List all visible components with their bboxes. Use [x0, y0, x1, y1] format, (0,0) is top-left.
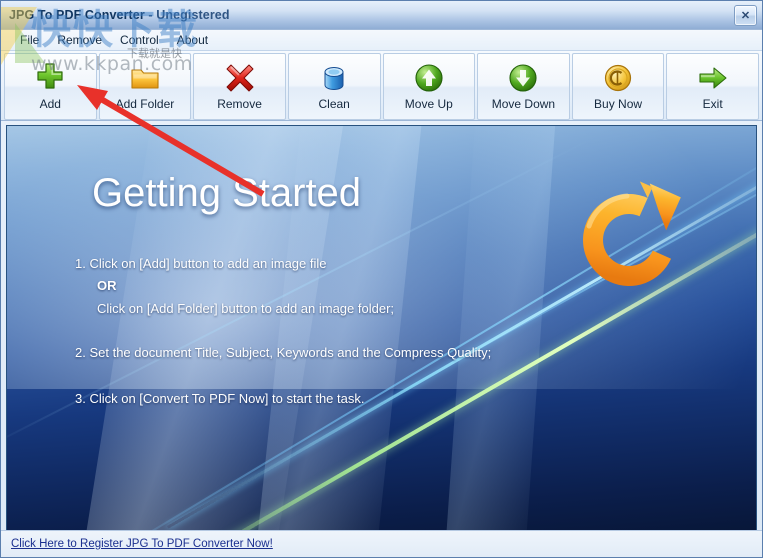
menu-item-remove[interactable]: Remove	[48, 32, 111, 48]
clean-button-label: Clean	[318, 97, 350, 111]
menu-item-file[interactable]: File	[11, 32, 48, 48]
remove-button[interactable]: Remove	[193, 53, 286, 120]
move-down-button-label: Move Down	[491, 97, 556, 111]
status-bar: Click Here to Register JPG To PDF Conver…	[1, 530, 762, 557]
menu-item-control[interactable]: Control	[111, 32, 168, 48]
page-title: Getting Started	[92, 171, 362, 215]
red-x-icon	[223, 60, 257, 96]
title-bar: JPG To PDF Converter - Unegistered ✕	[1, 1, 762, 30]
blue-cylinder-icon	[317, 60, 351, 96]
add-button[interactable]: Add	[4, 53, 97, 120]
toolbar: Add Add Folder Remove Clean Move Up Move…	[1, 51, 762, 121]
add-button-label: Add	[39, 97, 61, 111]
register-link[interactable]: Click Here to Register JPG To PDF Conver…	[11, 538, 273, 550]
yellow-folder-icon	[128, 60, 162, 96]
step-3: 3. Click on [Convert To PDF Now] to star…	[75, 391, 365, 406]
step-1: 1. Click on [Add] button to add an image…	[75, 256, 327, 271]
move-up-button-label: Move Up	[404, 97, 453, 111]
green-plus-icon	[33, 60, 67, 96]
steps-list: 1. Click on [Add] button to add an image…	[75, 256, 736, 413]
buy-now-button[interactable]: Buy Now	[571, 53, 665, 120]
add-folder-button[interactable]: Add Folder	[98, 53, 192, 120]
exit-button[interactable]: Exit	[666, 53, 759, 120]
move-down-button[interactable]: Move Down	[477, 53, 570, 120]
green-circle-up-arrow-icon	[412, 60, 446, 96]
gold-coin-icon	[601, 60, 635, 96]
application-window: JPG To PDF Converter - Unegistered ✕ Fil…	[0, 0, 763, 558]
getting-started-panel: Getting Started 1. Click on [Add] button…	[6, 125, 757, 531]
remove-button-label: Remove	[217, 97, 262, 111]
buy-now-button-label: Buy Now	[594, 97, 643, 111]
add-folder-button-label: Add Folder	[115, 97, 175, 111]
window-title-main: JPG To PDF Converter	[9, 8, 145, 22]
window-title: JPG To PDF Converter - Unegistered	[9, 8, 230, 22]
menu-bar: File Remove Control About	[1, 30, 762, 51]
menu-item-about[interactable]: About	[168, 32, 217, 48]
clean-button[interactable]: Clean	[287, 53, 381, 120]
step-2: 2. Set the document Title, Subject, Keyw…	[75, 344, 492, 360]
close-icon[interactable]: ✕	[734, 5, 757, 26]
window-title-status: Unegistered	[156, 8, 230, 22]
move-up-button[interactable]: Move Up	[382, 53, 476, 120]
window-title-separator: -	[144, 8, 157, 22]
green-circle-down-arrow-icon	[506, 60, 540, 96]
green-right-arrow-icon	[696, 60, 730, 96]
exit-button-label: Exit	[702, 97, 723, 111]
step-1-or: OR	[97, 278, 117, 294]
step-1-alt: Click on [Add Folder] button to add an i…	[97, 300, 395, 316]
